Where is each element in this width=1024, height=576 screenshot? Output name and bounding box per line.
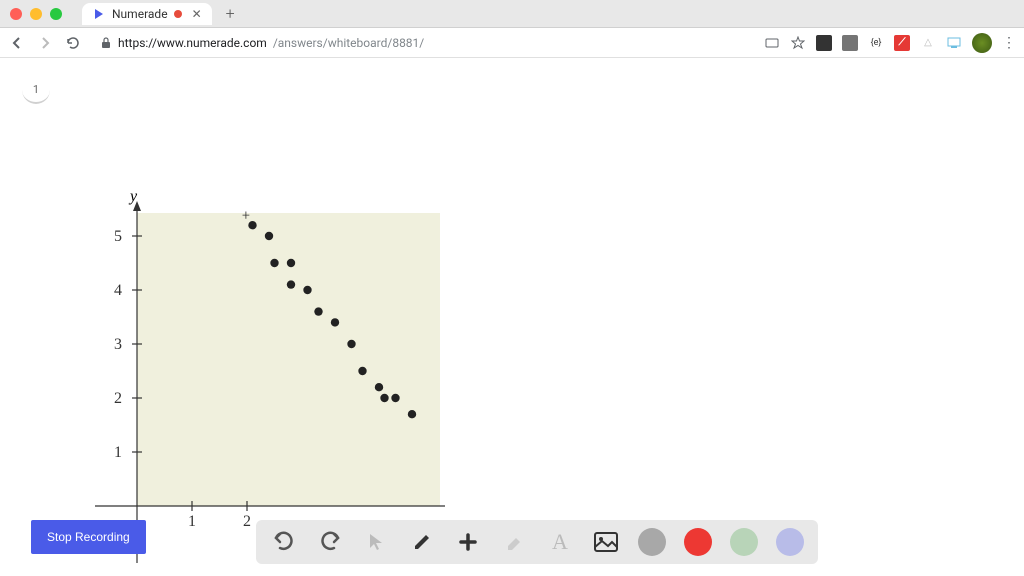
menu-button[interactable]: ⋮ bbox=[1002, 35, 1016, 51]
pointer-tool[interactable] bbox=[362, 528, 390, 556]
svg-text:3: 3 bbox=[114, 336, 122, 353]
recording-indicator-icon bbox=[174, 10, 182, 18]
maximize-window-button[interactable] bbox=[50, 8, 62, 20]
color-blue[interactable] bbox=[776, 528, 804, 556]
window-chrome: Numerade ✕ + bbox=[0, 0, 1024, 28]
svg-text:2: 2 bbox=[114, 390, 122, 407]
extension-1-icon[interactable] bbox=[816, 35, 832, 51]
profile-avatar[interactable] bbox=[972, 33, 992, 53]
back-button[interactable] bbox=[8, 34, 26, 52]
traffic-lights bbox=[10, 8, 62, 20]
browser-tab[interactable]: Numerade ✕ bbox=[82, 3, 212, 25]
forward-button[interactable] bbox=[36, 34, 54, 52]
extension-icons: {e} ⟋ △ ⋮ bbox=[764, 33, 1016, 53]
svg-text:2: 2 bbox=[243, 513, 251, 530]
eraser-tool[interactable] bbox=[500, 528, 528, 556]
url-host: https://www.numerade.com bbox=[118, 36, 267, 50]
star-icon[interactable] bbox=[790, 35, 806, 51]
image-tool[interactable] bbox=[592, 528, 620, 556]
url-box[interactable]: https://www.numerade.com/answers/whitebo… bbox=[92, 36, 754, 50]
pencil-tool[interactable] bbox=[408, 528, 436, 556]
redo-button[interactable] bbox=[316, 528, 344, 556]
plus-tool[interactable] bbox=[454, 528, 482, 556]
tab-bar: Numerade ✕ + bbox=[82, 3, 235, 25]
extension-3-icon[interactable]: {e} bbox=[868, 35, 884, 51]
undo-button[interactable] bbox=[270, 528, 298, 556]
reload-button[interactable] bbox=[64, 34, 82, 52]
minimize-window-button[interactable] bbox=[30, 8, 42, 20]
color-red[interactable] bbox=[684, 528, 712, 556]
close-window-button[interactable] bbox=[10, 8, 22, 20]
tab-close-icon[interactable]: ✕ bbox=[192, 7, 202, 21]
stop-recording-button[interactable]: Stop Recording bbox=[31, 520, 146, 554]
lock-icon bbox=[100, 37, 112, 49]
extension-2-icon[interactable] bbox=[842, 35, 858, 51]
svg-text:5: 5 bbox=[114, 228, 122, 245]
extension-6-icon[interactable] bbox=[946, 35, 962, 51]
url-path: /answers/whiteboard/8881/ bbox=[273, 36, 424, 50]
svg-text:1: 1 bbox=[114, 444, 122, 461]
color-green[interactable] bbox=[730, 528, 758, 556]
page-indicator: 1 bbox=[22, 76, 50, 104]
extension-4-icon[interactable]: ⟋ bbox=[894, 35, 910, 51]
address-bar: https://www.numerade.com/answers/whitebo… bbox=[0, 28, 1024, 58]
chart: y + 12345 12 bbox=[95, 193, 445, 573]
page-content: 1 y + 12345 12 Stop Recording A bbox=[0, 58, 1024, 576]
svg-text:1: 1 bbox=[188, 513, 196, 530]
text-tool[interactable]: A bbox=[546, 528, 574, 556]
new-tab-button[interactable]: + bbox=[226, 4, 235, 23]
svg-text:4: 4 bbox=[114, 282, 122, 299]
extension-5-icon[interactable]: △ bbox=[920, 35, 936, 51]
tab-favicon bbox=[92, 7, 106, 21]
whiteboard-toolbar: A bbox=[256, 520, 818, 564]
page-number: 1 bbox=[33, 83, 39, 96]
tab-title: Numerade bbox=[112, 7, 168, 21]
chart-svg: 1 2 3 4 5 1 2 bbox=[95, 193, 445, 573]
cast-icon[interactable] bbox=[764, 35, 780, 51]
color-grey[interactable] bbox=[638, 528, 666, 556]
